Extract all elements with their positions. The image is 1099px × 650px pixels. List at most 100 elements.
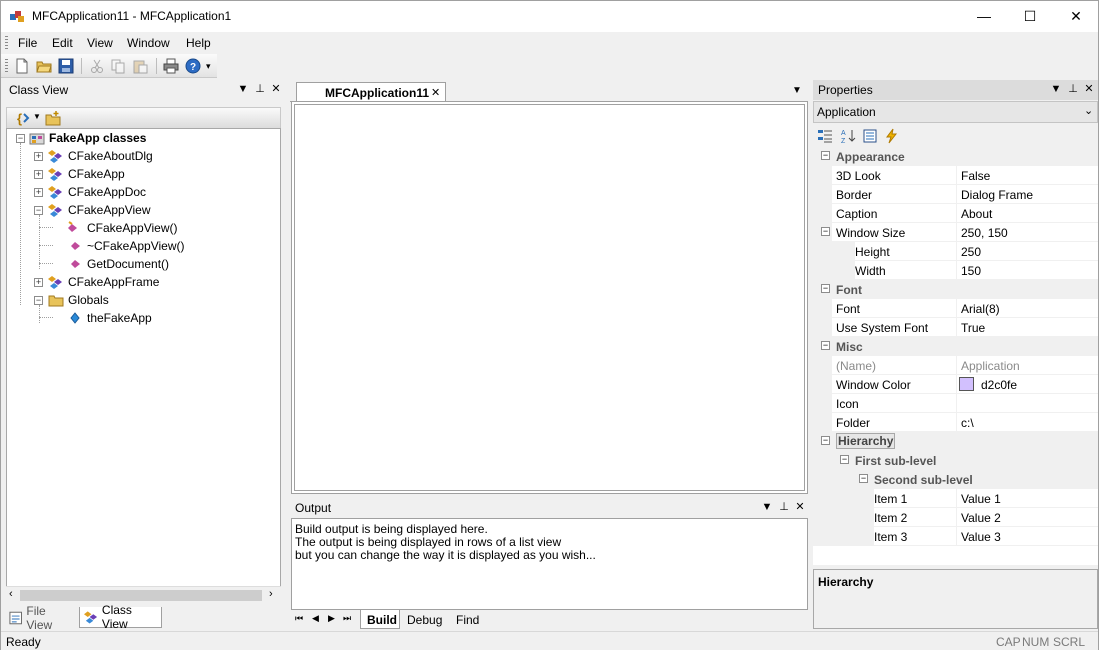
save-icon[interactable] bbox=[58, 58, 74, 74]
new-icon[interactable] bbox=[14, 58, 30, 74]
property-value[interactable]: 250, 150 bbox=[961, 226, 1008, 240]
menu-file[interactable]: File bbox=[18, 36, 37, 50]
property-row-item-1[interactable]: Item 1 Value 1 bbox=[813, 489, 1098, 508]
collapse-toggle[interactable]: − bbox=[16, 134, 25, 143]
property-row-item-3[interactable]: Item 3 Value 3 bbox=[813, 527, 1098, 546]
minimize-button[interactable]: — bbox=[961, 1, 1007, 31]
copy-icon[interactable] bbox=[110, 58, 126, 74]
color-swatch[interactable] bbox=[959, 377, 974, 391]
collapse-toggle[interactable]: − bbox=[821, 284, 830, 293]
toolbar-grip[interactable] bbox=[5, 59, 8, 73]
toolbar-overflow-icon[interactable]: ▾ bbox=[206, 61, 211, 72]
property-row-height[interactable]: Height 250 bbox=[813, 242, 1098, 261]
expand-toggle[interactable]: + bbox=[34, 188, 43, 197]
pane-menu-icon[interactable]: ▼ bbox=[236, 82, 250, 97]
tab-last-icon[interactable]: ⏭ bbox=[343, 613, 351, 624]
pin-icon[interactable]: ⊥ bbox=[253, 82, 267, 97]
tree-item[interactable]: CFakeAboutDlg bbox=[48, 147, 153, 165]
property-row-border[interactable]: Border Dialog Frame bbox=[813, 185, 1098, 204]
menu-help[interactable]: Help bbox=[186, 36, 211, 50]
new-folder-icon[interactable] bbox=[45, 110, 61, 126]
tree-root[interactable]: FakeApp classes bbox=[29, 129, 146, 147]
collapse-toggle[interactable]: − bbox=[34, 296, 43, 305]
sort-dropdown-icon[interactable]: ▼ bbox=[33, 112, 41, 121]
tab-debug[interactable]: Debug bbox=[402, 610, 448, 629]
collapse-toggle[interactable]: − bbox=[34, 206, 43, 215]
property-category-font[interactable]: − Font bbox=[813, 280, 1098, 299]
property-category-misc[interactable]: − Misc bbox=[813, 337, 1098, 356]
tab-file-view[interactable]: File View bbox=[4, 604, 77, 632]
tree-item[interactable]: CFakeAppDoc bbox=[48, 183, 146, 201]
print-icon[interactable] bbox=[163, 58, 179, 74]
collapse-toggle[interactable]: − bbox=[859, 474, 868, 483]
property-grid[interactable]: − Appearance 3D Look False Border Dialog Fram… bbox=[813, 147, 1098, 565]
paste-icon[interactable] bbox=[132, 58, 148, 74]
tree-item[interactable]: GetDocument() bbox=[67, 255, 169, 273]
tab-document[interactable]: MFCApplication11 ✕ bbox=[296, 82, 446, 103]
property-category-first-sub-level[interactable]: − First sub-level bbox=[813, 451, 1098, 470]
cut-icon[interactable] bbox=[89, 58, 105, 74]
property-value[interactable]: d2c0fe bbox=[981, 378, 1017, 392]
help-icon[interactable]: ? bbox=[185, 58, 201, 74]
tree-item[interactable]: CFakeAppFrame bbox=[48, 273, 159, 291]
menu-window[interactable]: Window bbox=[127, 36, 170, 50]
tab-find[interactable]: Find bbox=[450, 610, 486, 629]
property-row-window-size[interactable]: − Window Size 250, 150 bbox=[813, 223, 1098, 242]
menu-edit[interactable]: Edit bbox=[52, 36, 73, 50]
pane-menu-icon[interactable]: ▼ bbox=[1049, 82, 1063, 97]
object-combo[interactable]: Application ⌄ bbox=[813, 101, 1098, 123]
alphabetical-icon[interactable]: AZ bbox=[840, 128, 856, 144]
document-list-icon[interactable]: ▼ bbox=[792, 85, 802, 96]
property-row-use-system-font[interactable]: Use System Font True bbox=[813, 318, 1098, 337]
categorized-icon[interactable] bbox=[817, 128, 833, 144]
property-value[interactable]: Value 3 bbox=[961, 530, 1001, 544]
property-row-name[interactable]: (Name) Application bbox=[813, 356, 1098, 375]
property-value[interactable]: Application bbox=[961, 359, 1020, 373]
property-row-font[interactable]: Font Arial(8) bbox=[813, 299, 1098, 318]
property-category-hierarchy[interactable]: − Hierarchy bbox=[813, 432, 1098, 451]
property-row-3d-look[interactable]: 3D Look False bbox=[813, 166, 1098, 185]
property-value[interactable]: Value 2 bbox=[961, 511, 1001, 525]
scroll-right-icon[interactable]: › bbox=[269, 588, 273, 600]
collapse-toggle[interactable]: − bbox=[821, 227, 830, 236]
events-icon[interactable] bbox=[884, 128, 900, 144]
property-value[interactable]: Dialog Frame bbox=[961, 188, 1033, 202]
tab-build[interactable]: Build bbox=[360, 610, 400, 629]
expand-toggle[interactable]: + bbox=[34, 278, 43, 287]
chevron-down-icon[interactable]: ⌄ bbox=[1084, 104, 1093, 117]
pane-menu-icon[interactable]: ▼ bbox=[760, 500, 774, 515]
tree-item[interactable]: Globals bbox=[48, 291, 109, 309]
pin-icon[interactable]: ⊥ bbox=[1066, 82, 1080, 97]
tree-item[interactable]: theFakeApp bbox=[67, 309, 152, 327]
pane-close-icon[interactable]: ✕ bbox=[269, 82, 283, 97]
scroll-left-icon[interactable]: ‹ bbox=[9, 588, 13, 600]
tree-item[interactable]: CFakeAppView bbox=[48, 201, 151, 219]
collapse-toggle[interactable]: − bbox=[840, 455, 849, 464]
property-category-second-sub-level[interactable]: − Second sub-level bbox=[813, 470, 1098, 489]
collapse-toggle[interactable]: − bbox=[821, 151, 830, 160]
pane-close-icon[interactable]: ✕ bbox=[793, 500, 807, 515]
property-row-icon[interactable]: Icon bbox=[813, 394, 1098, 413]
property-row-caption[interactable]: Caption About bbox=[813, 204, 1098, 223]
tab-class-view[interactable]: Class View bbox=[79, 603, 162, 631]
menu-view[interactable]: View bbox=[87, 36, 113, 50]
tab-first-icon[interactable]: ⏮ bbox=[295, 613, 303, 624]
sort-icon[interactable]: { bbox=[15, 110, 31, 126]
class-tree[interactable]: − FakeApp classes + CFakeAboutDlg + CFak… bbox=[6, 128, 281, 603]
property-row-width[interactable]: Width 150 bbox=[813, 261, 1098, 280]
expand-toggle[interactable]: + bbox=[34, 152, 43, 161]
property-value[interactable]: 250 bbox=[961, 245, 981, 259]
tree-item[interactable]: CFakeAppView() bbox=[67, 219, 177, 237]
pin-icon[interactable]: ⊥ bbox=[777, 500, 791, 515]
property-value[interactable]: About bbox=[961, 207, 992, 221]
property-value[interactable]: c:\ bbox=[961, 416, 974, 430]
property-value[interactable]: Arial(8) bbox=[961, 302, 1000, 316]
property-value[interactable]: True bbox=[961, 321, 985, 335]
maximize-button[interactable]: ☐ bbox=[1007, 1, 1053, 31]
property-row-folder[interactable]: Folder c:\ bbox=[813, 413, 1098, 432]
collapse-toggle[interactable]: − bbox=[821, 436, 830, 445]
property-value[interactable]: 150 bbox=[961, 264, 981, 278]
horizontal-scrollbar[interactable]: ‹ › bbox=[6, 586, 281, 603]
property-value[interactable]: False bbox=[961, 169, 990, 183]
tab-close-icon[interactable]: ✕ bbox=[431, 86, 440, 99]
